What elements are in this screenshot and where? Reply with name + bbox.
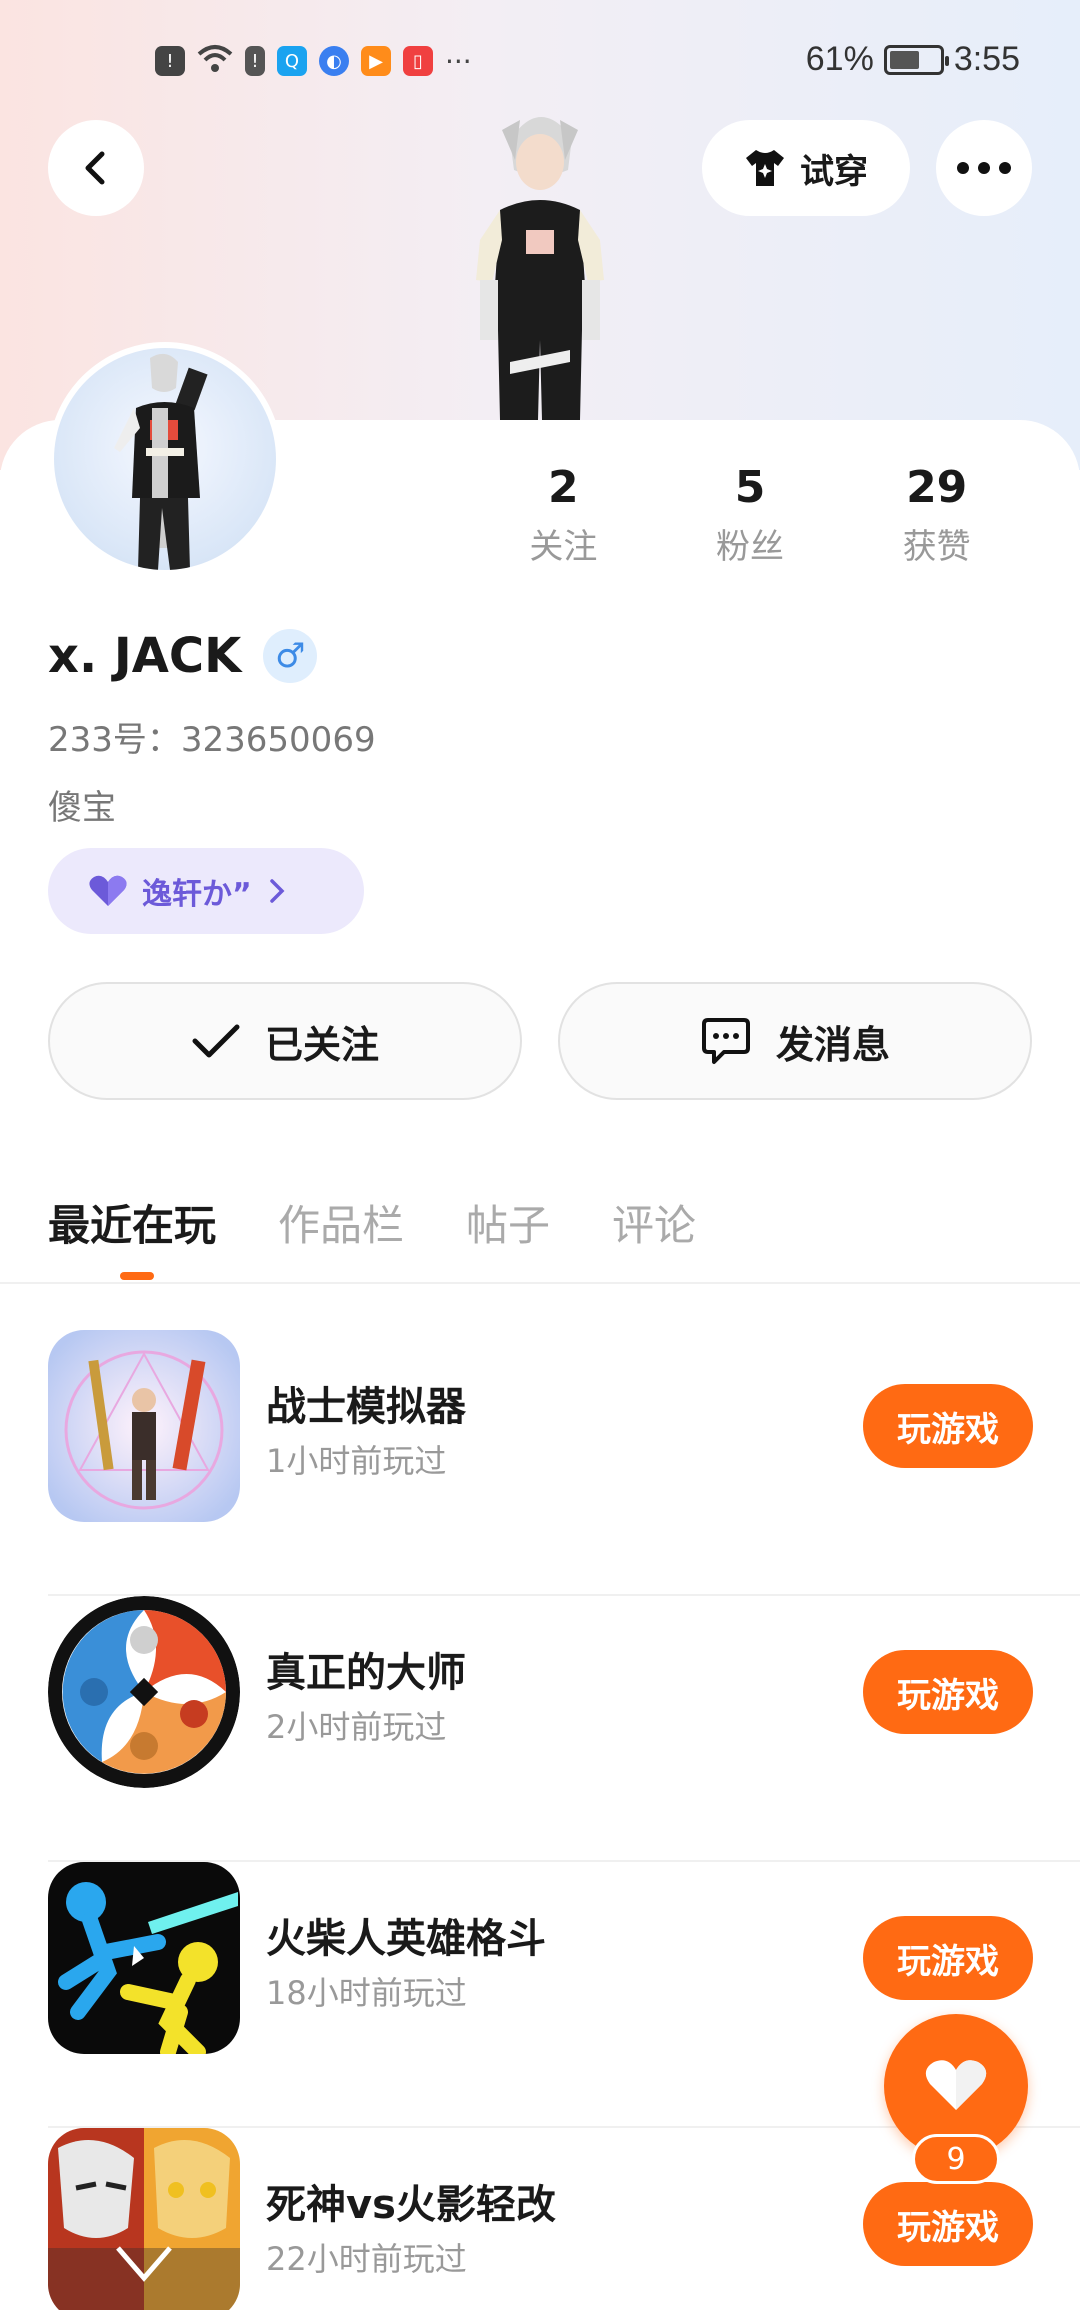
chevron-right-icon	[269, 879, 285, 903]
game-name: 真正的大师	[266, 1650, 466, 1696]
stat-label: 关注	[529, 527, 598, 567]
stat-label: 获赞	[902, 527, 971, 567]
game-last-played: 1小时前玩过	[266, 1442, 447, 1480]
game-last-played: 22小时前玩过	[266, 2240, 467, 2278]
play-game-button[interactable]: 玩游戏	[863, 1650, 1033, 1734]
user-id[interactable]: 233号：323650069	[48, 712, 376, 761]
tab-recently-played[interactable]: 最近在玩	[48, 1192, 216, 1280]
game-name: 战士模拟器	[266, 1384, 466, 1430]
battery-percent: 61%	[805, 40, 874, 78]
avatar[interactable]	[48, 342, 282, 576]
chevron-left-icon	[85, 151, 105, 185]
checkmark-icon	[192, 1024, 240, 1058]
game-last-played: 2小时前玩过	[266, 1708, 447, 1746]
game-item[interactable]: 战士模拟器 1小时前玩过 玩游戏	[48, 1330, 1080, 1596]
game-name: 火柴人英雄格斗	[266, 1916, 546, 1962]
tab-works[interactable]: 作品栏	[278, 1192, 404, 1253]
game-icon-true-master[interactable]	[48, 1596, 240, 1788]
stat-number: 5	[734, 462, 766, 513]
book-app-icon: ▯	[403, 46, 433, 76]
tab-posts[interactable]: 帖子	[466, 1192, 550, 1253]
tab-divider	[0, 1282, 1080, 1284]
battery-icon	[883, 44, 949, 75]
heart-icon	[89, 875, 127, 906]
profile-tabs: 最近在玩 作品栏 帖子 评论	[48, 1192, 696, 1280]
back-button[interactable]	[48, 120, 144, 216]
male-gender-icon: ♂	[263, 629, 318, 683]
send-message-label: 发消息	[775, 1022, 890, 1067]
status-right: 61% 3:55	[806, 40, 1020, 79]
try-on-label: 试穿	[800, 151, 868, 192]
video-app-icon: ▶	[361, 46, 391, 76]
tshirt-icon	[746, 150, 784, 186]
play-game-button[interactable]: 玩游戏	[863, 2182, 1033, 2266]
avatar-image	[114, 353, 208, 570]
more-dots-icon	[957, 162, 1011, 174]
profile-stats: 2 关注 5 粉丝 29 获赞	[470, 462, 1030, 568]
game-icon-stickman-hero-fight[interactable]	[48, 1862, 240, 2054]
wifi-icon	[197, 44, 233, 78]
action-buttons: 已关注 发消息	[48, 982, 1032, 1100]
send-message-button[interactable]: 发消息	[558, 982, 1032, 1100]
search-app-icon: Q	[277, 46, 307, 76]
browser-app-icon: ◐	[319, 46, 349, 76]
chat-bubble-icon	[701, 1018, 750, 1064]
relationship-tag[interactable]: 逸轩か”	[48, 848, 364, 934]
game-icon-warrior-simulator[interactable]	[48, 1330, 240, 1522]
stat-number: 29	[906, 462, 968, 513]
stat-likes[interactable]: 29 获赞	[843, 462, 1030, 568]
game-last-played: 18小时前玩过	[266, 1974, 467, 2012]
avatar-3d-figure	[476, 116, 604, 420]
stat-label: 粉丝	[716, 527, 784, 567]
sim-alert-icon: !	[245, 46, 265, 76]
tab-comments[interactable]: 评论	[612, 1192, 696, 1253]
notification-icons: ! ! Q ◐ ▶ ▯ ···	[155, 44, 472, 78]
followed-button[interactable]: 已关注	[48, 982, 522, 1100]
try-on-button[interactable]: 试穿	[702, 120, 910, 216]
stat-number: 2	[548, 462, 579, 513]
username: x. JACK	[48, 628, 242, 684]
clock: 3:55	[953, 40, 1020, 78]
stat-followers[interactable]: 5 粉丝	[657, 462, 844, 568]
game-item[interactable]: 真正的大师 2小时前玩过 玩游戏	[48, 1596, 1080, 1862]
more-notifications-icon: ···	[445, 44, 472, 78]
alert-icon: !	[155, 46, 185, 76]
stat-following[interactable]: 2 关注	[470, 462, 657, 568]
followed-label: 已关注	[264, 1022, 379, 1067]
game-icon-bleach-vs-naruto[interactable]	[48, 2128, 240, 2310]
tag-label: 逸轩か”	[142, 877, 252, 912]
like-count-badge: 9	[912, 2134, 1000, 2184]
heart-icon	[925, 2060, 987, 2110]
play-game-button[interactable]: 玩游戏	[863, 1916, 1033, 2000]
bio: 傻宝	[48, 788, 116, 828]
play-game-button[interactable]: 玩游戏	[863, 1384, 1033, 1468]
username-row: x. JACK ♂	[48, 628, 318, 684]
game-name: 死神vs火影轻改	[266, 2182, 556, 2228]
more-button[interactable]	[936, 120, 1032, 216]
